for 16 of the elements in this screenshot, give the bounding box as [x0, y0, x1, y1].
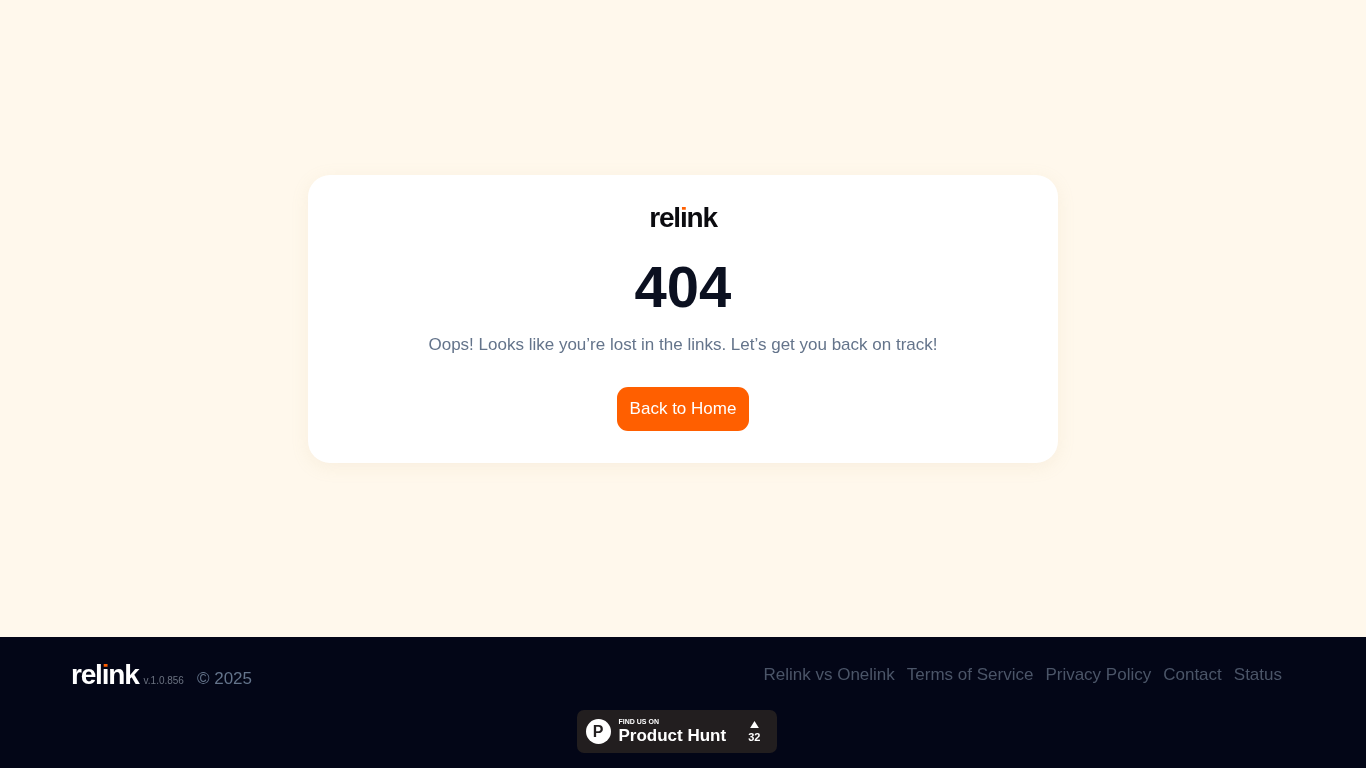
copyright-text: © 2025: [196, 669, 252, 689]
vote-count: 32: [748, 730, 761, 743]
logo: relink: [649, 202, 717, 233]
footer-link[interactable]: Privacy Policy: [1045, 665, 1152, 685]
footer-link[interactable]: Status: [1233, 665, 1282, 685]
error-message: Oops! Looks like you’re lost in the links. Let’s get you back on track!: [428, 333, 938, 356]
version-text: v.1.0.856: [143, 675, 184, 686]
footer-logo: relink: [71, 660, 139, 690]
badge-title: Product Hunt: [618, 726, 727, 745]
brand-mark: P: [585, 719, 611, 744]
home-button[interactable]: Back to Home: [616, 386, 750, 431]
footer-link[interactable]: Terms of Service: [906, 665, 1034, 685]
error-code: 404: [634, 254, 732, 319]
triangle-icon: [749, 720, 759, 728]
footer-link[interactable]: Contact: [1163, 665, 1222, 685]
footer-link[interactable]: Relink vs Onelink: [763, 665, 895, 685]
